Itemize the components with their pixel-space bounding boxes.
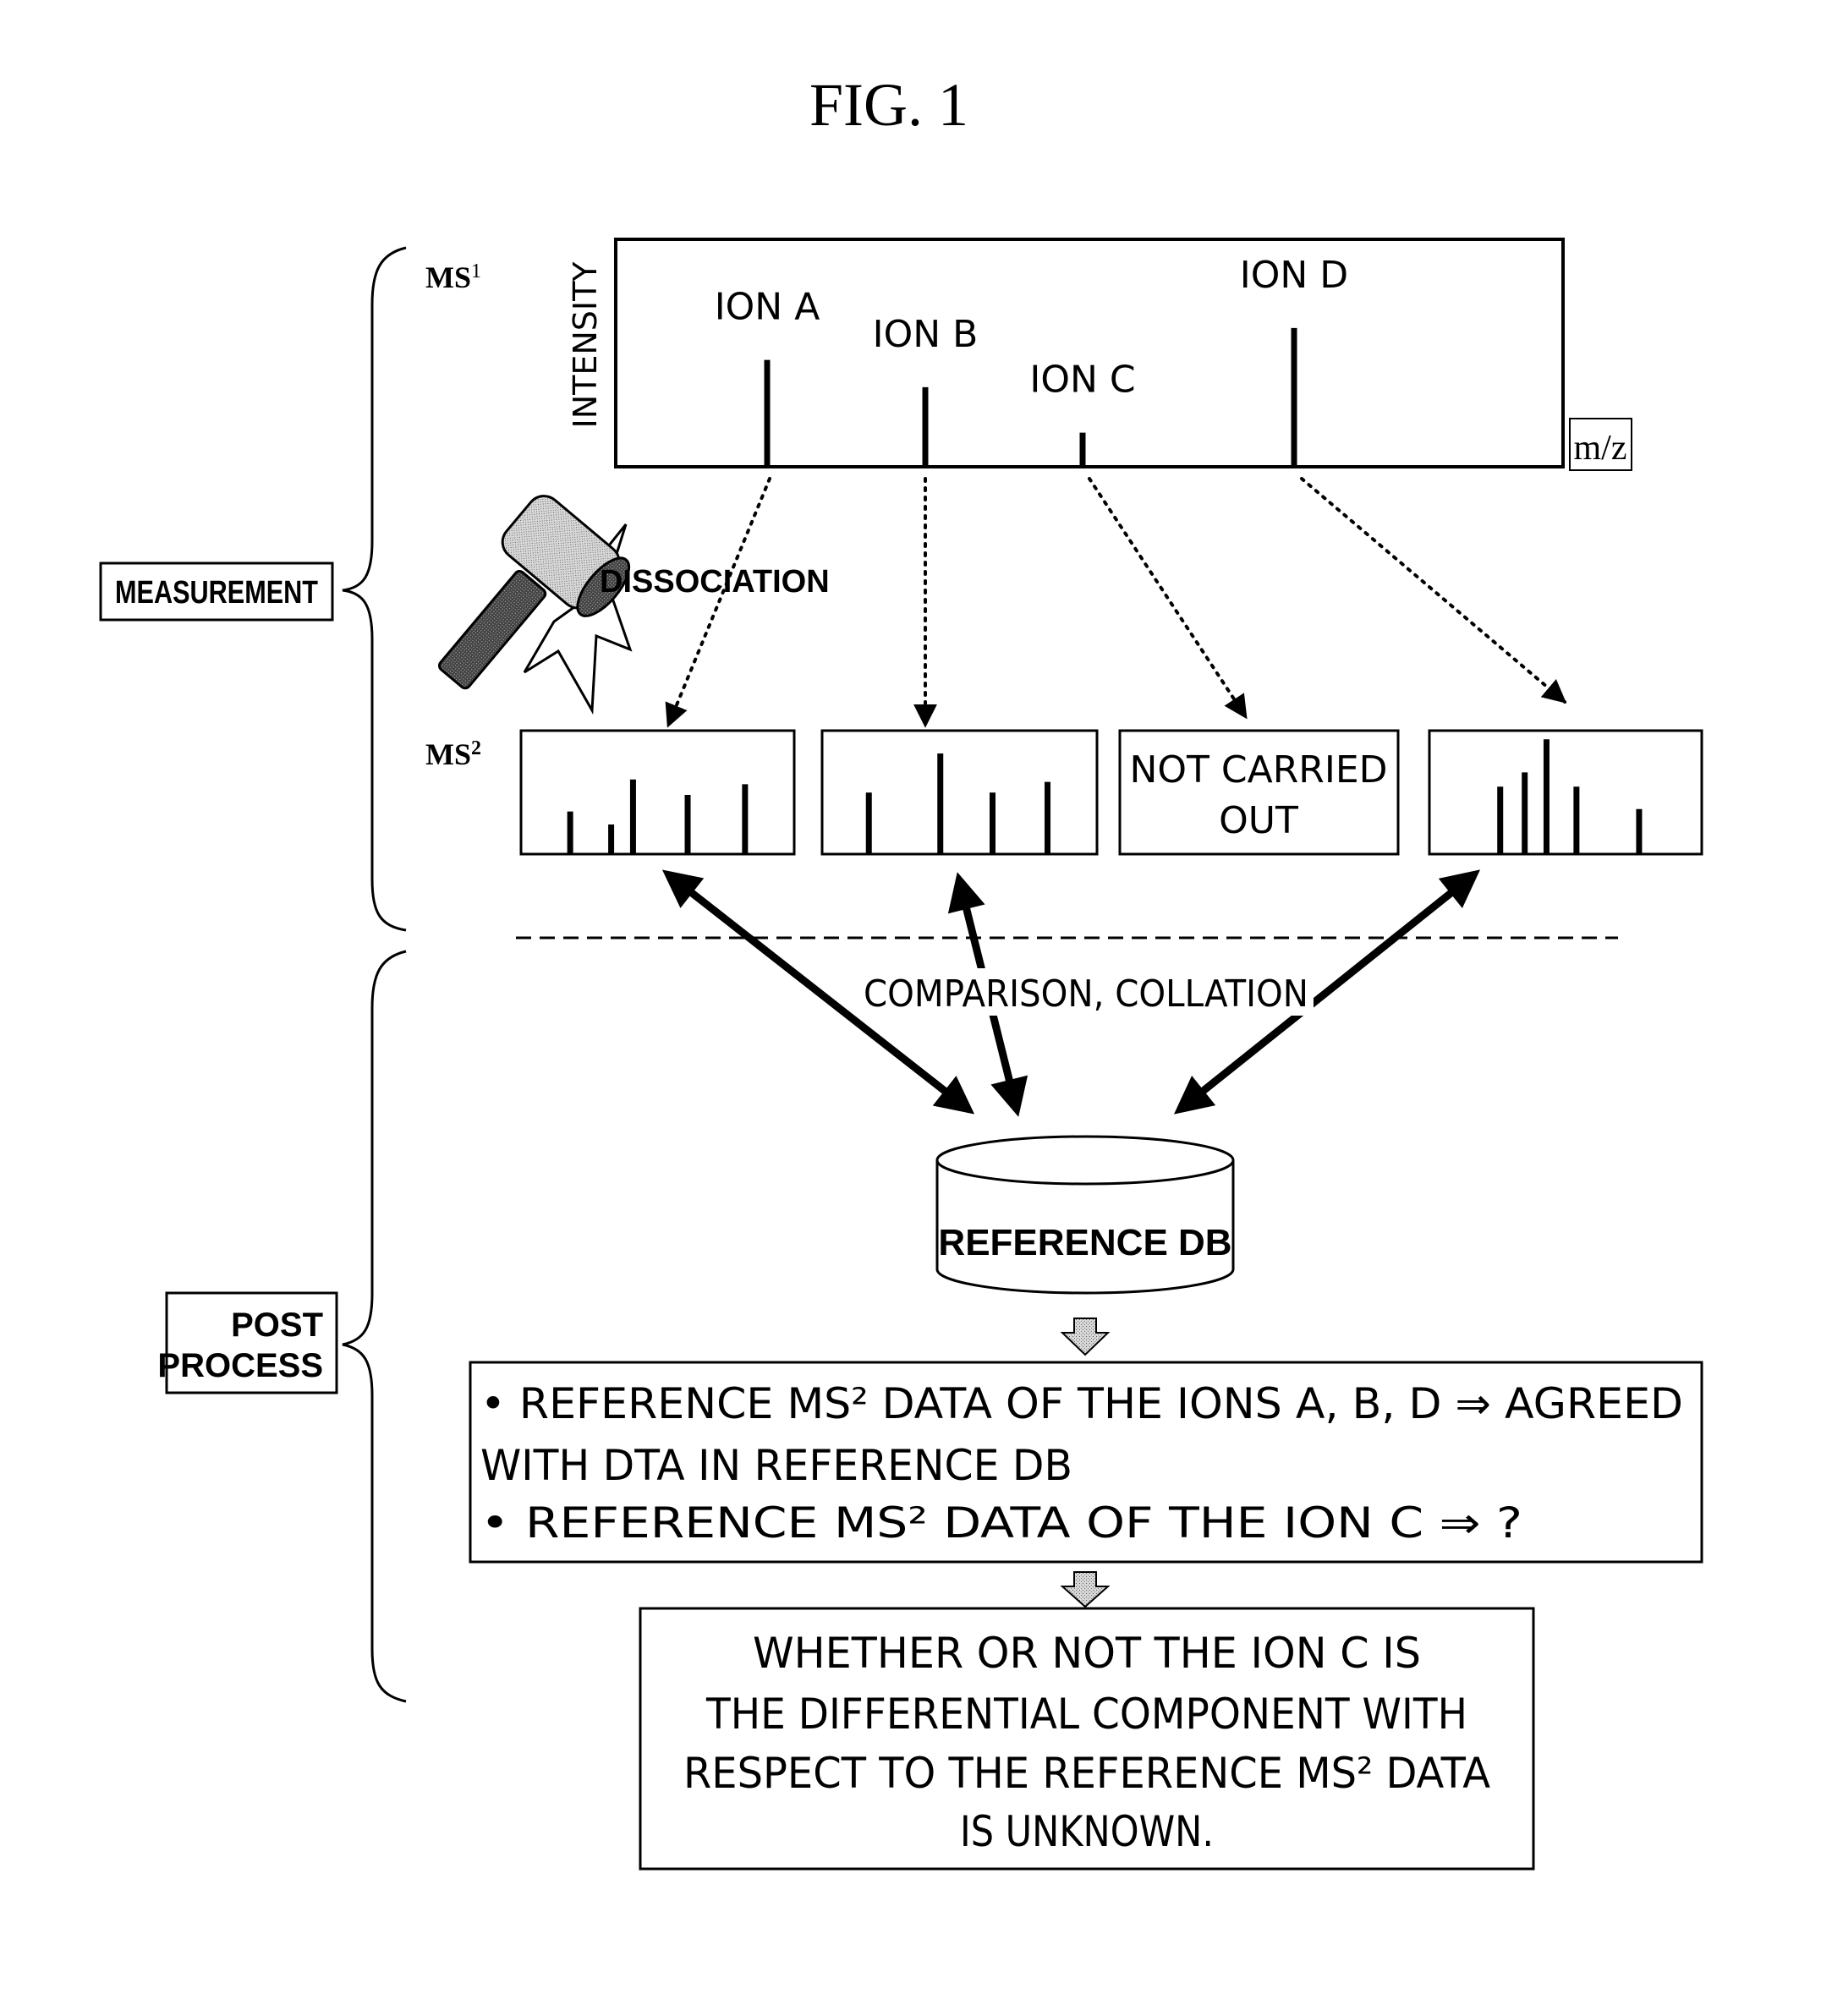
dissociation-arrow-ion-d xyxy=(1300,477,1567,704)
ms1-peak-label: ION A xyxy=(715,286,820,329)
ms2-box-ion-d xyxy=(1428,729,1703,856)
ms2-label: MS2 xyxy=(425,737,481,771)
dissociation-arrows xyxy=(665,477,1567,728)
conclusion-line-4: IS UNKNOWN. xyxy=(960,1807,1214,1856)
ms1-label-text: MS xyxy=(425,260,471,294)
ms2-label-text: MS xyxy=(425,737,471,771)
conclusion-line-3: RESPECT TO THE REFERENCE MS² DATA xyxy=(683,1749,1490,1798)
result-line-3: • REFERENCE MS² DATA OF THE ION C ⇒ ? xyxy=(480,1498,1522,1548)
ms1-label: MS1 xyxy=(425,260,481,294)
ms1-x-axis-label: m/z xyxy=(1574,429,1627,468)
down-arrow-icon xyxy=(1060,1318,1111,1356)
ms2-box-ion-a xyxy=(519,729,796,856)
conclusion-line-1: WHETHER OR NOT THE ION C IS xyxy=(753,1629,1421,1678)
down-arrow-icon-2 xyxy=(1060,1571,1111,1608)
post-process-label-line1: POST xyxy=(231,1307,323,1344)
ms2-not-carried-out-line1: NOT CARRIED xyxy=(1129,748,1387,792)
ms1-peak-label: ION B xyxy=(873,313,979,356)
post-process-label-line2: PROCESS xyxy=(157,1347,323,1384)
post-process-brace xyxy=(342,950,407,1703)
database-label: REFERENCE DB xyxy=(938,1222,1231,1263)
measurement-brace xyxy=(342,246,407,932)
ms1-plot-frame xyxy=(614,238,1565,468)
ms2-spectra xyxy=(519,729,1703,856)
ms1-y-axis-label: INTENSITY xyxy=(567,261,604,429)
figure-canvas: FIG. 1 MEASUREMENT POST PROCESS MS1 INTE… xyxy=(99,71,1703,1871)
dissociation-arrow-ion-c xyxy=(1088,477,1248,720)
conclusion-line-2: THE DIFFERENTIAL COMPONENT WITH xyxy=(705,1690,1467,1739)
ms2-box-ion-b xyxy=(820,729,1099,856)
result-line-1: • REFERENCE MS² DATA OF THE IONS A, B, D… xyxy=(480,1379,1683,1428)
ms2-label-superscript: 2 xyxy=(471,737,481,759)
ms2-not-carried-out-line2: OUT xyxy=(1219,799,1298,842)
ms1-peak-label: ION C xyxy=(1029,359,1135,402)
ms1-label-superscript: 1 xyxy=(471,260,481,282)
dissociation-label: DISSOCIATION xyxy=(600,564,830,600)
ms1-peak-label: ION D xyxy=(1240,254,1348,297)
figure-title: FIG. 1 xyxy=(809,71,968,139)
measurement-label: MEASUREMENT xyxy=(115,575,318,611)
comparison-label: COMPARISON, COLLATION xyxy=(864,972,1308,1016)
dissociation-arrow-ion-a xyxy=(665,477,771,728)
ms1-peaks: ION A ION B ION C ION D xyxy=(715,254,1348,467)
database-icon xyxy=(935,1135,1235,1295)
result-line-2: WITH DTA IN REFERENCE DB xyxy=(480,1441,1072,1490)
hammer-icon xyxy=(437,495,633,715)
